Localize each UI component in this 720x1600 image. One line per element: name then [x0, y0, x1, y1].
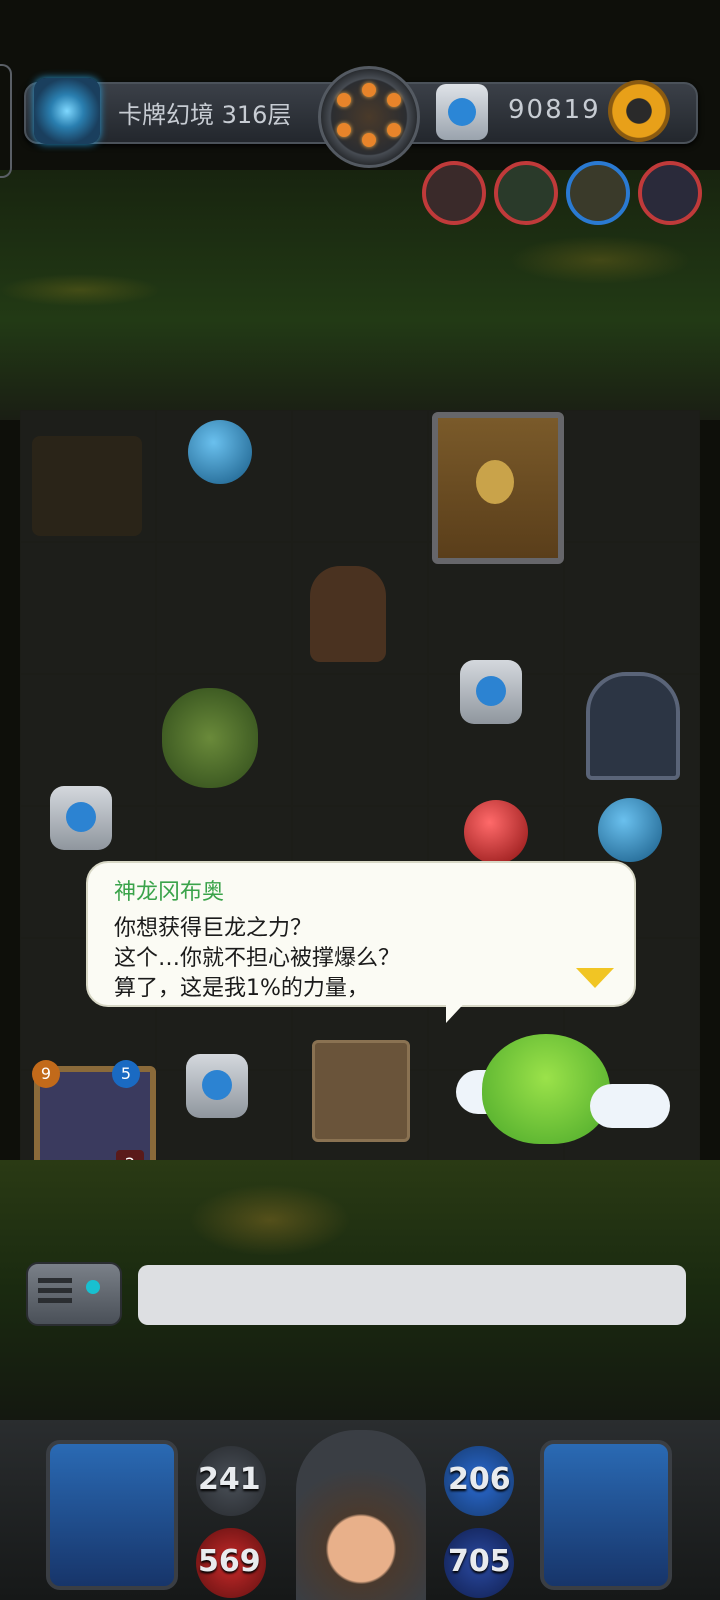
side-tab[interactable]	[0, 64, 12, 178]
goblin-avatar[interactable]	[494, 161, 558, 225]
board-tile[interactable]	[20, 542, 156, 674]
lightning-scroll-icon[interactable]	[312, 1040, 410, 1142]
floor-label: 卡牌幻境 316层	[118, 101, 292, 129]
board-tile[interactable]	[564, 542, 700, 674]
locked-door-icon[interactable]	[432, 412, 564, 564]
blue-potion-icon[interactable]	[598, 798, 662, 862]
defense-value: 206	[448, 1462, 511, 1497]
dialog-line: 你想获得巨龙之力？	[114, 916, 313, 941]
dialog-line: 这个…你就不担心被撑爆么？	[114, 946, 401, 971]
gem-icon	[436, 84, 488, 140]
red-potion-icon[interactable]	[464, 800, 528, 864]
blue-potion-icon[interactable]	[188, 420, 252, 484]
chat-input-bar[interactable]	[138, 1265, 686, 1325]
hp-value: 569	[198, 1544, 261, 1579]
mp-value: 705	[448, 1544, 511, 1579]
rune-stone-icon[interactable]	[460, 660, 522, 724]
rune-stone-icon[interactable]	[186, 1054, 248, 1118]
board-tile[interactable]	[564, 410, 700, 542]
bush-icon[interactable]	[162, 688, 258, 788]
speaker-name: 神龙冈布奥	[114, 880, 225, 905]
portal-icon[interactable]	[34, 78, 100, 144]
dialog-bubble-tail	[446, 995, 472, 1023]
hero-avatar[interactable]	[566, 161, 630, 225]
board-tile[interactable]	[292, 674, 428, 806]
rune-stone-icon[interactable]	[50, 786, 112, 850]
chat-menu-button[interactable]	[26, 1262, 122, 1326]
item-bag-slot[interactable]	[540, 1440, 672, 1590]
card-badge-right: 5	[112, 1060, 140, 1088]
gold-amount: 90819	[508, 95, 601, 125]
hero-portrait[interactable]	[296, 1430, 426, 1600]
pit-icon[interactable]	[32, 436, 142, 536]
dragon-npc[interactable]	[482, 1034, 610, 1144]
tree-monster-icon[interactable]	[310, 566, 386, 662]
cloud-right	[590, 1084, 670, 1128]
medal-icon[interactable]	[318, 66, 420, 168]
continue-arrow-icon[interactable]	[576, 968, 614, 988]
warrior-avatar[interactable]	[422, 161, 486, 225]
gear-icon[interactable]	[608, 80, 670, 142]
board-tile[interactable]	[292, 410, 428, 542]
dialog-line: 算了，这是我1%的力量，	[114, 976, 369, 1001]
board-tile[interactable]	[156, 542, 292, 674]
mirror-icon[interactable]	[586, 672, 680, 780]
demon-avatar[interactable]	[638, 161, 702, 225]
attack-value: 241	[198, 1462, 261, 1497]
compass-skill-slot[interactable]	[46, 1440, 178, 1590]
card-badge-left: 9	[32, 1060, 60, 1088]
